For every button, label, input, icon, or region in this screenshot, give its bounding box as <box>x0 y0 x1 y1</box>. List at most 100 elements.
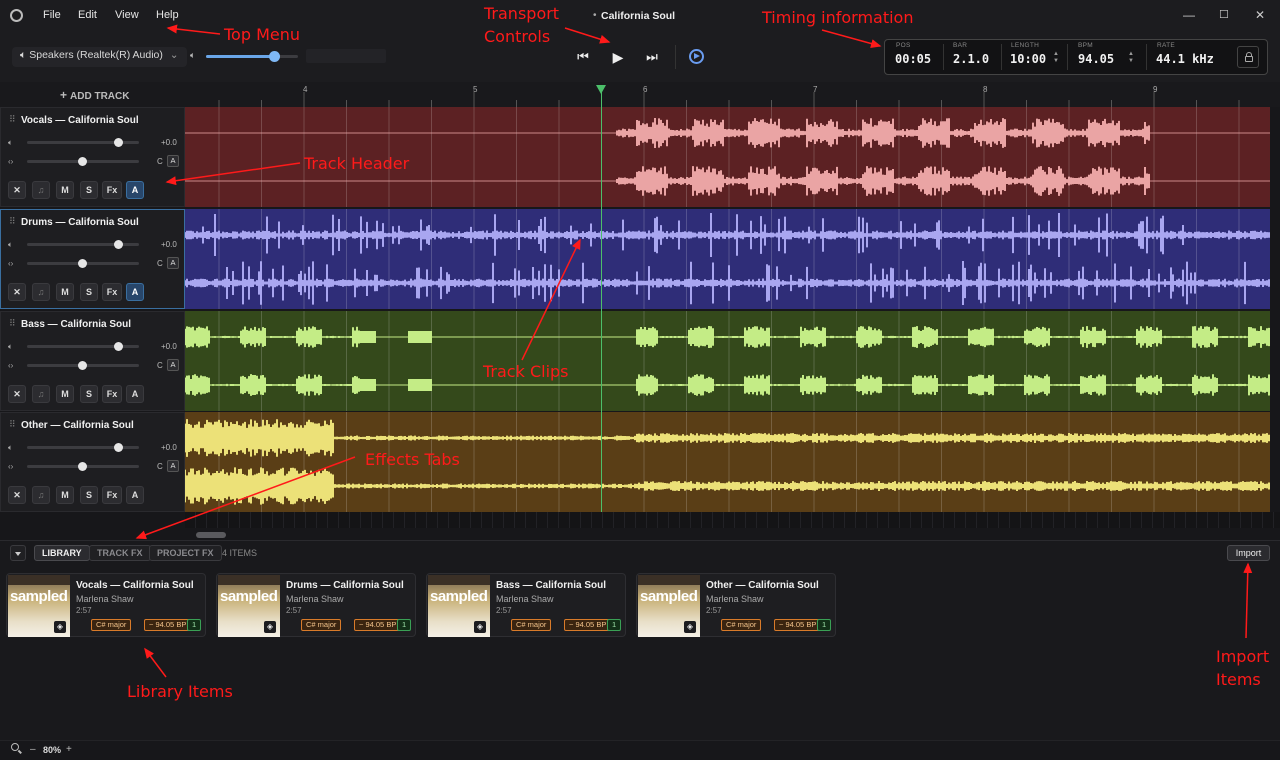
track-pan-knob[interactable] <box>78 157 87 166</box>
master-volume-slider[interactable] <box>206 51 298 62</box>
instrument-button[interactable]: ♫ <box>32 385 50 403</box>
library-item[interactable]: sampled ◈ Drums — California Soul Marlen… <box>216 573 416 637</box>
auto-pan-button[interactable]: A <box>167 257 179 269</box>
track-name[interactable]: Vocals — California Soul <box>21 115 139 126</box>
mute-button[interactable]: M <box>56 385 74 403</box>
automation-button[interactable]: A <box>126 486 144 504</box>
library-item[interactable]: sampled ◈ Bass — California Soul Marlena… <box>426 573 626 637</box>
track-volume-knob[interactable] <box>113 342 123 351</box>
import-button[interactable]: Import <box>1227 545 1270 561</box>
track-volume-slider[interactable] <box>27 240 139 249</box>
key-badge: C# major <box>511 619 552 631</box>
tab-track-fx[interactable]: TRACK FX <box>89 545 151 561</box>
playhead-marker-icon[interactable] <box>596 85 606 94</box>
bpm-value[interactable]: 94.05 <box>1078 52 1114 66</box>
maximize-button[interactable]: ☐ <box>1219 8 1229 21</box>
mute-button[interactable]: M <box>56 486 74 504</box>
layers-icon[interactable]: ◈ <box>684 621 696 633</box>
playhead[interactable] <box>601 85 602 512</box>
tab-project-fx[interactable]: PROJECT FX <box>149 545 222 561</box>
track-clip[interactable] <box>185 209 1270 309</box>
zoom-in-button[interactable]: + <box>66 744 72 755</box>
mute-button[interactable]: M <box>56 283 74 301</box>
mute-button[interactable]: M <box>56 181 74 199</box>
zoom-out-button[interactable]: – <box>30 744 36 755</box>
skip-forward-button[interactable]: ⏭︎ <box>641 47 663 67</box>
lock-button[interactable] <box>1237 46 1259 68</box>
bpm-stepper-icon[interactable]: ▲ ▼ <box>1128 51 1134 65</box>
track-header[interactable]: ⠿ Other — California Soul 🔈︎ +0.0 ‹› C A… <box>0 412 185 512</box>
track-clip[interactable] <box>185 311 1270 411</box>
horizontal-scrollbar[interactable] <box>185 528 1280 540</box>
close-button[interactable]: ✕ <box>1255 8 1265 22</box>
effects-button[interactable]: Fx <box>102 181 122 199</box>
track-pan-slider[interactable] <box>27 361 139 370</box>
automation-button[interactable]: A <box>126 181 144 199</box>
drag-handle-icon[interactable]: ⠿ <box>9 114 16 125</box>
output-device-select[interactable]: 🔈︎ Speakers (Realtek(R) Audio) ⌄ <box>12 47 187 67</box>
drag-handle-icon[interactable]: ⠿ <box>9 419 16 430</box>
menu-edit[interactable]: Edit <box>78 9 97 21</box>
effects-button[interactable]: Fx <box>102 283 122 301</box>
track-volume-slider[interactable] <box>27 443 139 452</box>
loop-button[interactable] <box>689 49 704 64</box>
library-item[interactable]: sampled ◈ Other — California Soul Marlen… <box>636 573 836 637</box>
effects-button[interactable]: Fx <box>102 385 122 403</box>
solo-button[interactable]: S <box>80 181 98 199</box>
play-button[interactable]: ▶︎ <box>607 47 629 67</box>
track-header[interactable]: ⠿ Bass — California Soul 🔈︎ +0.0 ‹› C A … <box>0 311 185 411</box>
menu-view[interactable]: View <box>115 9 139 21</box>
layers-icon[interactable]: ◈ <box>264 621 276 633</box>
auto-pan-button[interactable]: A <box>167 460 179 472</box>
remove-track-button[interactable]: ✕ <box>8 385 26 403</box>
auto-pan-button[interactable]: A <box>167 359 179 371</box>
track-pan-slider[interactable] <box>27 462 139 471</box>
track-volume-slider[interactable] <box>27 342 139 351</box>
collapse-panel-button[interactable] <box>10 545 26 561</box>
track-pan-slider[interactable] <box>27 259 139 268</box>
track-clip[interactable] <box>185 412 1270 512</box>
solo-button[interactable]: S <box>80 283 98 301</box>
menu-help[interactable]: Help <box>156 9 179 21</box>
auto-pan-button[interactable]: A <box>167 155 179 167</box>
remove-track-button[interactable]: ✕ <box>8 283 26 301</box>
remove-track-button[interactable]: ✕ <box>8 181 26 199</box>
solo-button[interactable]: S <box>80 385 98 403</box>
scrollbar-thumb[interactable] <box>196 532 226 538</box>
tab-library[interactable]: LIBRARY <box>34 545 90 561</box>
automation-button[interactable]: A <box>126 385 144 403</box>
track-volume-slider[interactable] <box>27 138 139 147</box>
timeline-ruler[interactable]: 4 5 6 7 8 9 <box>185 82 1280 107</box>
track-name[interactable]: Bass — California Soul <box>21 319 131 330</box>
track-name[interactable]: Other — California Soul <box>21 420 134 431</box>
library-item[interactable]: sampled ◈ Vocals — California Soul Marle… <box>6 573 206 637</box>
layers-icon[interactable]: ◈ <box>54 621 66 633</box>
minimize-button[interactable]: — <box>1183 8 1195 22</box>
track-volume-knob[interactable] <box>113 138 123 147</box>
track-header[interactable]: ⠿ Vocals — California Soul 🔈︎ +0.0 ‹› C … <box>0 107 185 207</box>
automation-button[interactable]: A <box>126 283 144 301</box>
menu-file[interactable]: File <box>43 9 61 21</box>
track-pan-knob[interactable] <box>78 361 87 370</box>
track-pan-knob[interactable] <box>78 462 87 471</box>
track-name[interactable]: Drums — California Soul <box>21 217 139 228</box>
track-pan-slider[interactable] <box>27 157 139 166</box>
drag-handle-icon[interactable]: ⠿ <box>9 318 16 329</box>
master-volume-knob[interactable] <box>269 51 281 62</box>
instrument-button[interactable]: ♫ <box>32 283 50 301</box>
length-value[interactable]: 10:00 <box>1010 52 1046 66</box>
track-pan-knob[interactable] <box>78 259 87 268</box>
track-volume-knob[interactable] <box>113 240 123 249</box>
add-track-button[interactable]: + ADD TRACK <box>60 88 129 102</box>
effects-button[interactable]: Fx <box>102 486 122 504</box>
solo-button[interactable]: S <box>80 486 98 504</box>
layers-icon[interactable]: ◈ <box>474 621 486 633</box>
remove-track-button[interactable]: ✕ <box>8 486 26 504</box>
instrument-button[interactable]: ♫ <box>32 486 50 504</box>
length-stepper-icon[interactable]: ▲ ▼ <box>1053 51 1059 65</box>
instrument-button[interactable]: ♫ <box>32 181 50 199</box>
track-volume-knob[interactable] <box>113 443 123 452</box>
skip-back-button[interactable]: ⏮︎ <box>572 47 594 67</box>
drag-handle-icon[interactable]: ⠿ <box>9 216 16 227</box>
track-header[interactable]: ⠿ Drums — California Soul 🔈︎ +0.0 ‹› C A… <box>0 209 185 309</box>
